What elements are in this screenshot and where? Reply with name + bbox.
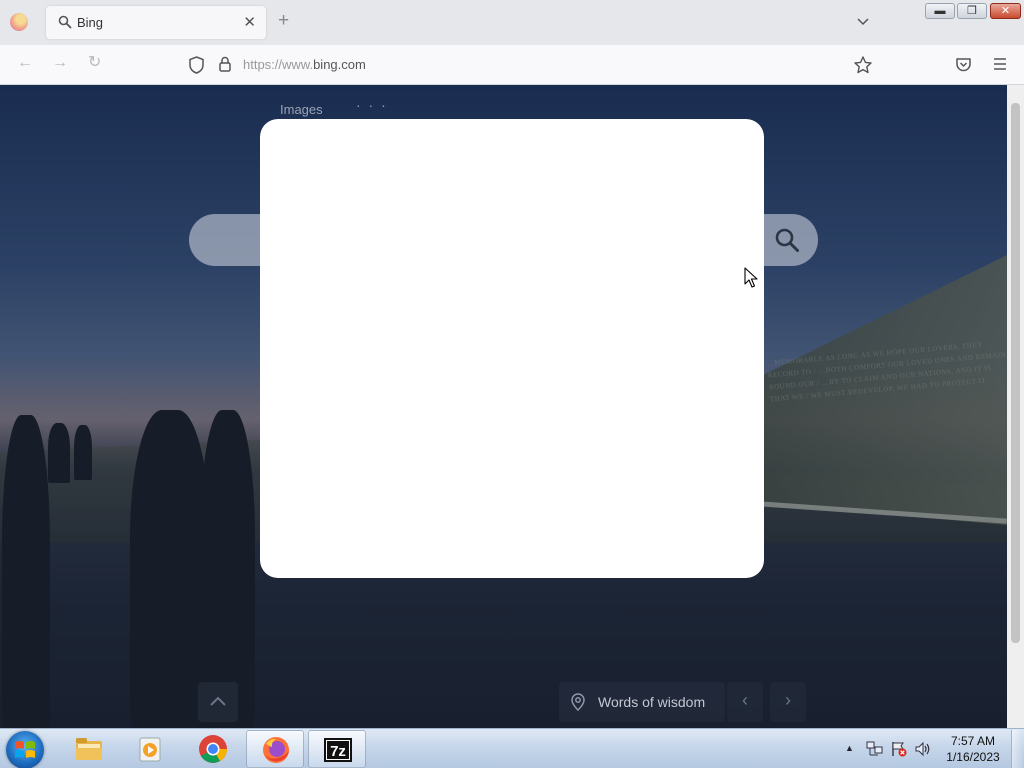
words-of-wisdom-button[interactable]: Words of wisdom	[559, 682, 725, 722]
restore-button[interactable]: ❐	[957, 3, 987, 19]
words-of-wisdom-label: Words of wisdom	[598, 694, 706, 710]
pocket-icon[interactable]	[955, 56, 972, 73]
reload-icon[interactable]: ↻	[88, 55, 101, 71]
address-bar[interactable]: https://www.bing.com	[243, 57, 366, 72]
media-player-icon	[139, 737, 161, 762]
volume-speaker-icon[interactable]	[914, 741, 932, 757]
windows-logo-icon	[15, 741, 35, 758]
search-icon	[58, 15, 72, 29]
page-scrollbar[interactable]	[1007, 85, 1024, 728]
tab-bing[interactable]: Bing ✕	[46, 6, 266, 39]
lock-icon[interactable]	[218, 55, 232, 73]
minimize-button[interactable]: ▬	[925, 3, 955, 19]
forward-arrow-icon[interactable]: →	[52, 55, 68, 71]
start-button[interactable]	[6, 731, 44, 768]
search-icon[interactable]	[774, 227, 800, 253]
browser-tab-bar: Bing ✕ + ▬ ❐ ✕	[0, 0, 1024, 45]
close-window-button[interactable]: ✕	[990, 3, 1021, 19]
modal-dialog[interactable]	[260, 119, 764, 578]
browser-nav-bar: ← → ↻ https://www.bing.com	[0, 45, 1024, 85]
taskbar-chrome[interactable]	[184, 730, 242, 768]
firefox-view-icon[interactable]	[10, 13, 28, 31]
folder-icon	[76, 738, 102, 760]
nav-more-menu[interactable]: · · ·	[356, 97, 388, 113]
tab-title: Bing	[77, 15, 104, 30]
action-center-flag-icon[interactable]	[890, 741, 908, 757]
chevron-down-icon[interactable]	[856, 14, 870, 28]
clock-date: 1/16/2023	[946, 750, 1000, 764]
network-icon[interactable]	[866, 741, 884, 757]
chevron-up-icon	[210, 696, 226, 706]
back-arrow-icon[interactable]: ←	[17, 55, 33, 71]
svg-text:7z: 7z	[330, 743, 346, 760]
show-hidden-icons-arrow[interactable]: ▲	[845, 743, 854, 753]
hamburger-menu-icon[interactable]	[992, 56, 1008, 72]
windows-taskbar: 7z ▲ 7:57 AM 1/16/2023	[0, 728, 1024, 768]
tracking-protection-shield-icon[interactable]	[188, 56, 205, 74]
nav-link-images[interactable]: Images	[280, 102, 323, 117]
location-pin-icon	[571, 693, 585, 711]
bookmark-star-icon[interactable]	[853, 55, 873, 75]
new-tab-plus-icon[interactable]: +	[278, 11, 289, 30]
close-tab-icon[interactable]: ✕	[243, 13, 256, 31]
taskbar-media-player[interactable]	[122, 730, 180, 768]
system-clock[interactable]: 7:57 AM 1/16/2023	[940, 733, 1006, 765]
previous-image-button[interactable]: ‹	[727, 682, 763, 722]
7zip-icon: 7z	[324, 738, 352, 762]
scroll-up-button[interactable]	[198, 682, 238, 722]
taskbar-firefox[interactable]	[246, 730, 304, 768]
url-host: bing.com	[313, 57, 366, 72]
chrome-icon	[199, 735, 227, 763]
firefox-icon	[263, 737, 289, 763]
url-scheme: https://www.	[243, 57, 314, 72]
show-desktop-button[interactable]	[1011, 730, 1023, 768]
mouse-cursor-icon	[744, 267, 758, 288]
taskbar-7zip[interactable]: 7z	[308, 730, 366, 768]
clock-time: 7:57 AM	[950, 734, 996, 748]
chevron-left-icon: ‹	[742, 690, 748, 710]
scrollbar-thumb[interactable]	[1011, 103, 1020, 643]
chevron-right-icon: ›	[785, 690, 791, 710]
next-image-button[interactable]: ›	[770, 682, 806, 722]
desktop-screen: Bing ✕ + ▬ ❐ ✕ ← → ↻ https://www.bing.co…	[0, 0, 1024, 768]
taskbar-file-explorer[interactable]	[60, 730, 118, 768]
